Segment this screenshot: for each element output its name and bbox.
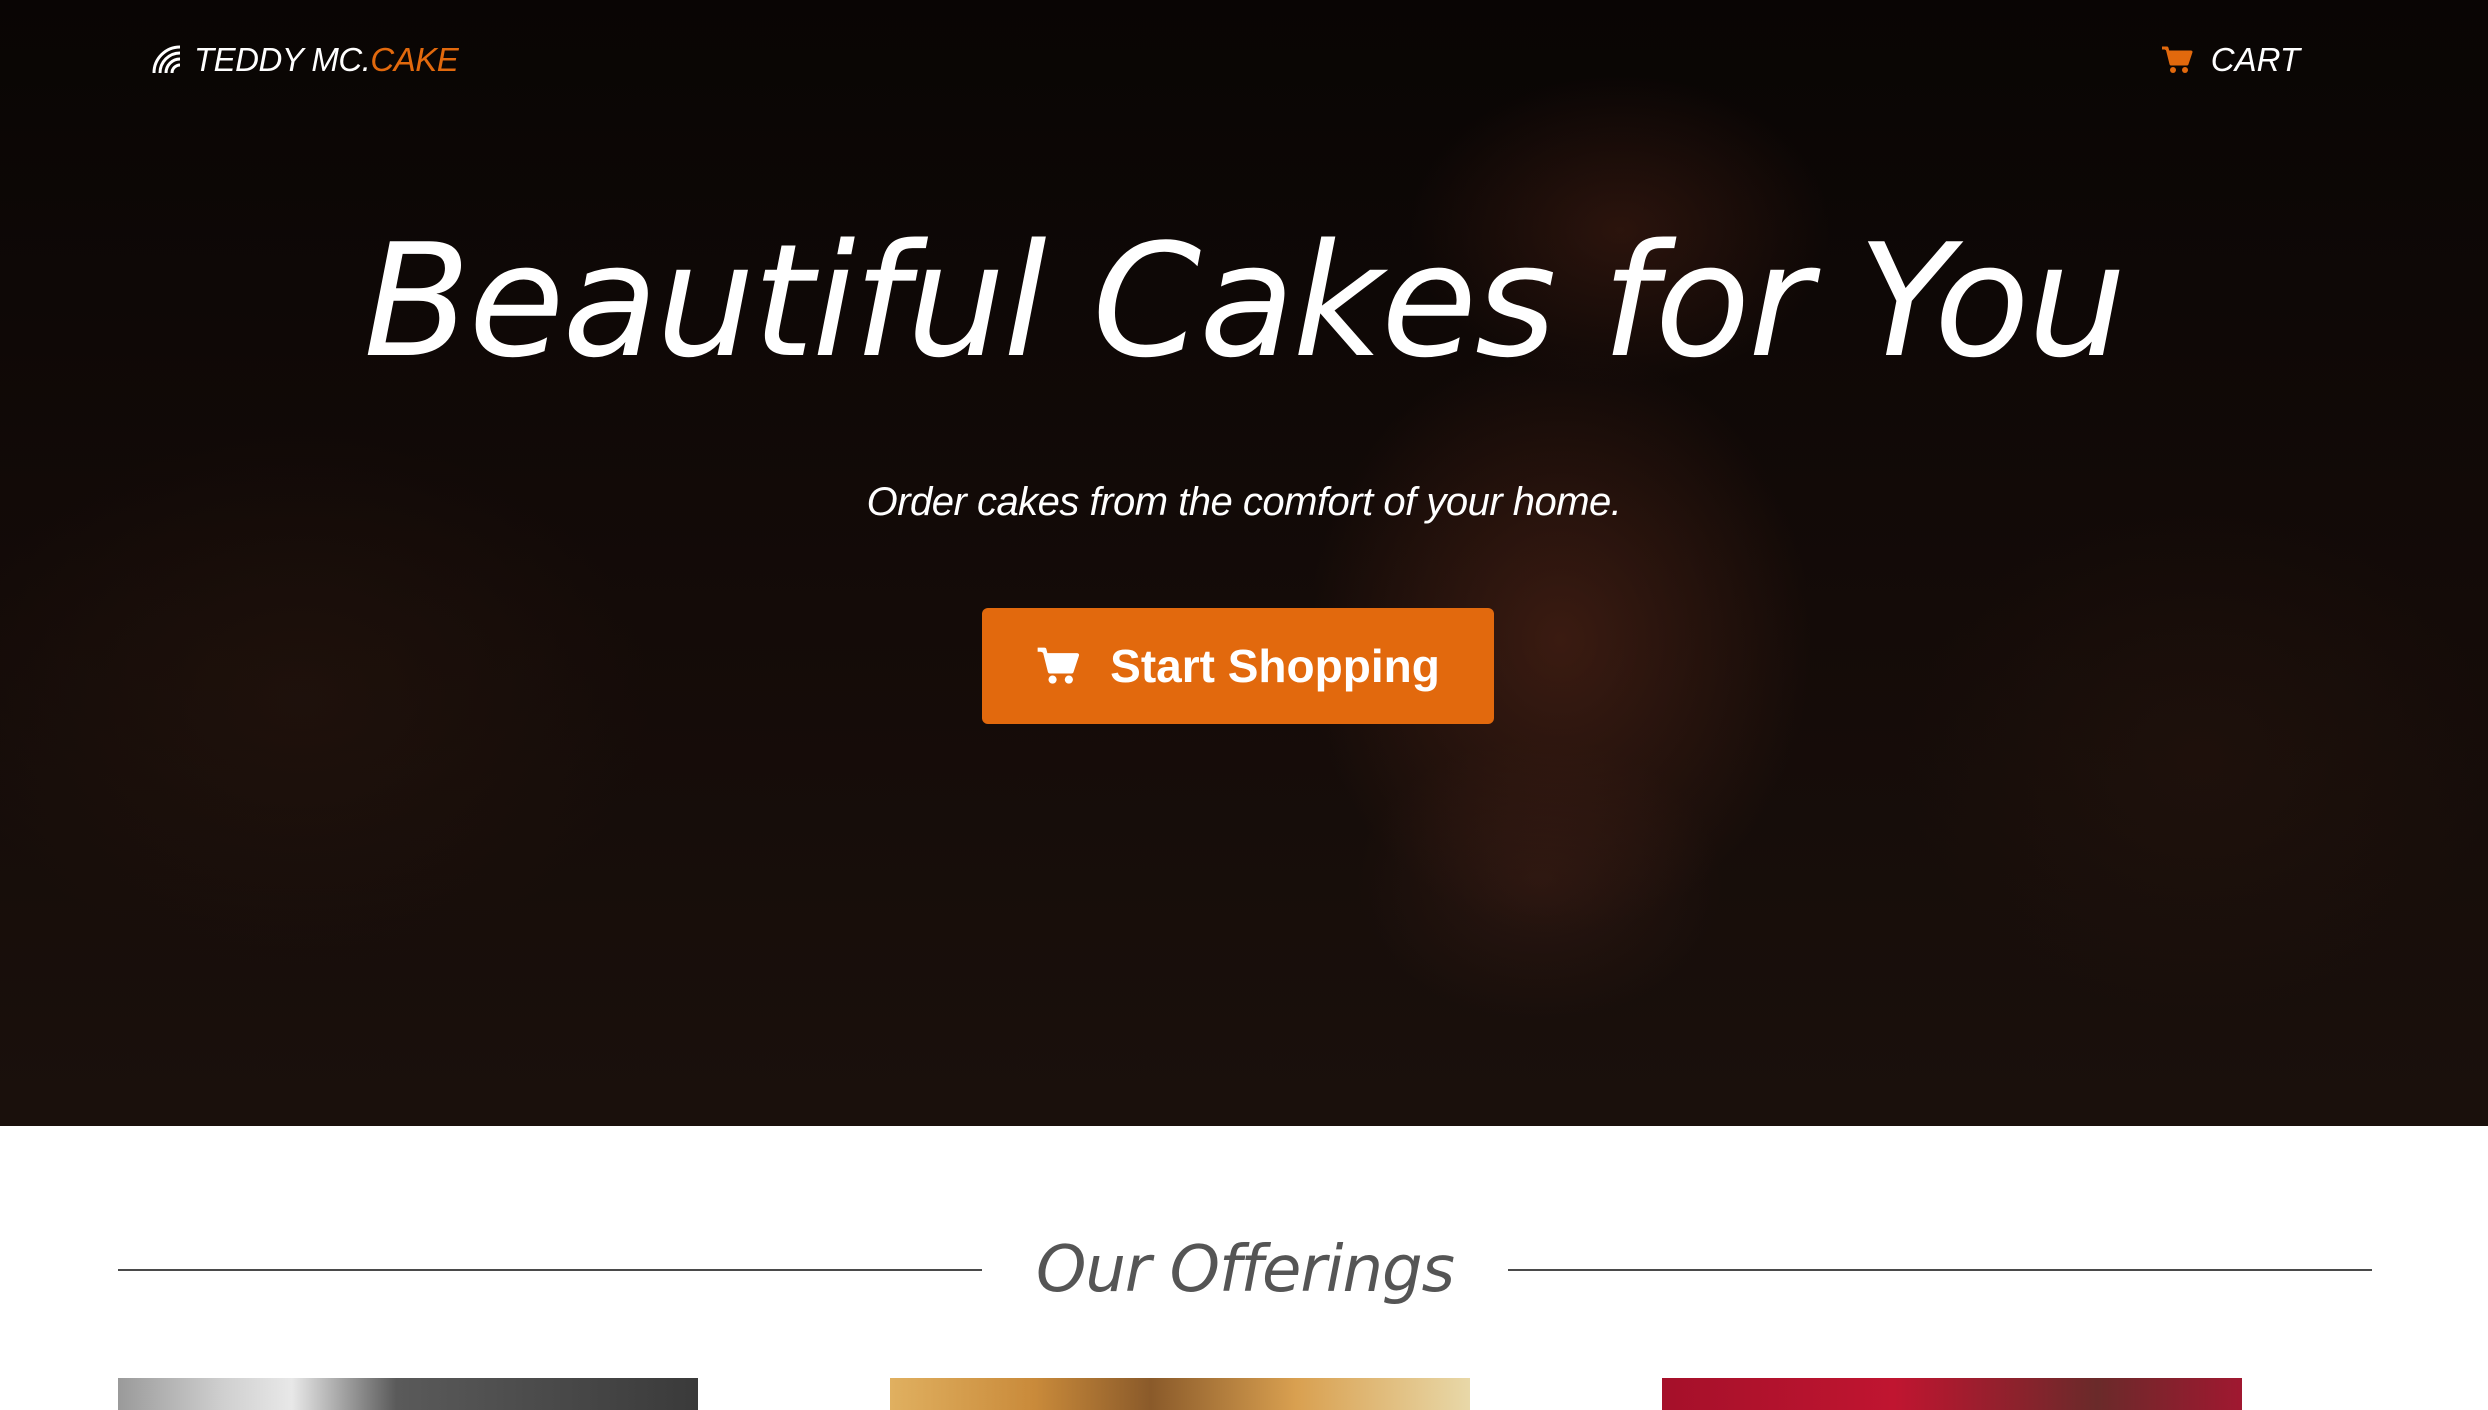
divider-left [118,1269,982,1271]
start-shopping-label: Start Shopping [1110,640,1440,692]
cart-link[interactable]: CART [2161,38,2300,82]
offering-image-2[interactable] [890,1378,1470,1410]
divider-right [1508,1269,2372,1271]
brand-name-accent: CAKE [370,41,459,78]
signal-waves-icon [152,45,181,74]
offerings-title: Our Offerings [1035,1233,1455,1307]
offering-image-1[interactable] [118,1378,698,1410]
hero-subtitle: Order cakes from the comfort of your hom… [866,480,1622,524]
offerings-heading: Our Offerings [118,1230,2372,1310]
shopping-cart-icon [1037,647,1080,684]
hero-title: Beautiful Cakes for You [363,210,2127,392]
start-shopping-button[interactable]: Start Shopping [982,608,1494,724]
brand-logo-link[interactable]: TEDDY MC.CAKE [150,38,459,82]
brand-name: TEDDY MC. [194,41,371,78]
cart-label: CART [2210,41,2300,78]
offering-image-3[interactable] [1662,1378,2242,1410]
hero-section: TEDDY MC.CAKE CART Beautiful Cakes for Y… [0,0,2488,1126]
shopping-cart-icon [2161,46,2193,73]
